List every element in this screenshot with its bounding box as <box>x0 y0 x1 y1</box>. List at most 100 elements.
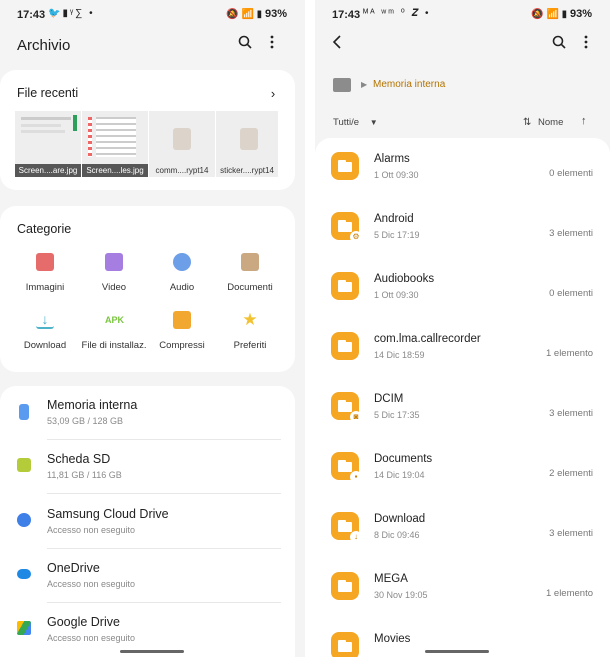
list-item[interactable]: ◙ DCIM 5 Dic 17:35 3 elementi <box>315 378 610 438</box>
folder-icon: ⚙ <box>331 212 362 243</box>
list-item[interactable]: MEGA 30 Nov 19:05 1 elemento <box>315 558 610 618</box>
folder-count: 3 elementi <box>549 228 593 239</box>
category-video[interactable]: Video <box>79 253 149 295</box>
categories-title: Categorie <box>17 222 72 236</box>
category-label: Immagini <box>25 282 65 293</box>
status-bar: 17:43 🐦▮ᵞ∑ • 🔕 📶 ▮ 93% <box>0 0 305 30</box>
more-vertical-icon[interactable] <box>262 35 282 55</box>
status-time: 17:43 <box>17 9 46 21</box>
gesture-bar[interactable] <box>425 650 489 653</box>
folder-name: Movies <box>374 633 411 645</box>
list-item[interactable]: Alarms 1 Ott 09:30 0 elementi <box>315 138 610 198</box>
folder-name: Download <box>374 513 426 525</box>
cloud-icon <box>17 513 31 527</box>
document-icon <box>241 253 259 271</box>
camera-badge-icon: ◙ <box>350 411 362 423</box>
recent-file-name: sticker....rypt14 <box>220 166 274 175</box>
home-icon[interactable] <box>333 78 351 92</box>
search-icon[interactable] <box>549 35 569 55</box>
more-vertical-icon[interactable] <box>576 35 596 55</box>
folder-count: 1 elemento <box>545 588 593 599</box>
notification-icons: ᴹᴬ ʷᵐ ⁰ 𝒁 • <box>363 8 431 19</box>
star-icon: ★ <box>242 310 258 329</box>
archive-screen: 17:43 🐦▮ᵞ∑ • 🔕 📶 ▮ 93% Archivio File rec… <box>0 0 305 657</box>
category-installers[interactable]: APK File di installaz. <box>79 311 149 353</box>
filter-dropdown[interactable]: Tutti/e ▼ <box>333 117 378 128</box>
download-icon: ↓ <box>36 311 54 329</box>
folder-date: 5 Dic 17:35 <box>374 410 420 420</box>
storage-sd-card[interactable]: Scheda SD 11,81 GB / 116 GB <box>0 440 295 494</box>
storage-status: Accesso non eseguito <box>47 579 136 589</box>
sort-icon: ⇅ <box>523 117 532 128</box>
phone-storage-icon <box>19 404 29 420</box>
category-documents[interactable]: Documenti <box>215 253 285 295</box>
storage-name: Memoria interna <box>47 398 138 412</box>
breadcrumb[interactable]: Memoria interna <box>373 79 445 90</box>
folder-name: DCIM <box>374 393 404 405</box>
chevron-right-icon[interactable]: › <box>263 84 283 104</box>
recent-files-title: File recenti <box>17 86 79 100</box>
storage-samsung-cloud[interactable]: Samsung Cloud Drive Accesso non eseguito <box>0 495 295 549</box>
gesture-bar[interactable] <box>120 650 184 653</box>
recent-file-name: Screen....are.jpg <box>15 164 81 177</box>
category-compressed[interactable]: Compressi <box>147 311 217 353</box>
status-time: 17:43 <box>332 9 361 21</box>
folder-count: 0 elementi <box>549 168 593 179</box>
folder-date: 5 Dic 17:19 <box>374 230 420 240</box>
list-item[interactable]: Audiobooks 1 Ott 09:30 0 elementi <box>315 258 610 318</box>
folder-date: 14 Dic 19:04 <box>374 470 425 480</box>
download-badge-icon: ↓ <box>350 531 362 543</box>
recent-file-thumb[interactable]: Screen....les.jpg <box>82 111 148 177</box>
folder-name: Audiobooks <box>374 273 435 285</box>
system-icons: 🔕 📶 ▮ <box>531 9 568 20</box>
recent-file-thumb[interactable]: Screen....are.jpg <box>15 111 81 177</box>
storage-usage: 53,09 GB / 128 GB <box>47 416 124 426</box>
folder-list: Alarms 1 Ott 09:30 0 elementi ⚙ Android … <box>315 138 610 657</box>
category-audio[interactable]: Audio <box>147 253 217 295</box>
divider <box>47 493 281 494</box>
folder-icon <box>331 632 359 657</box>
folder-name: com.lma.callrecorder <box>374 333 481 345</box>
system-icons: 🔕 📶 ▮ <box>226 9 263 20</box>
recent-file-name: comm....rypt14 <box>155 166 209 175</box>
folder-date: 14 Dic 18:59 <box>374 350 425 360</box>
status-right: 🔕 📶 ▮ 93% <box>531 8 592 20</box>
folder-icon <box>331 332 359 360</box>
document-badge-icon: ▪ <box>350 471 362 483</box>
list-item[interactable]: ▪ Documents 14 Dic 19:04 2 elementi <box>315 438 610 498</box>
sort-direction-icon[interactable]: ↑ <box>581 115 587 127</box>
list-item[interactable]: ⚙ Android 5 Dic 17:19 3 elementi <box>315 198 610 258</box>
list-item[interactable]: ↓ Download 8 Dic 09:46 3 elementi <box>315 498 610 558</box>
storage-status: Accesso non eseguito <box>47 525 136 535</box>
zip-folder-icon <box>173 311 191 329</box>
back-arrow-icon[interactable] <box>327 35 347 55</box>
category-label: File di installaz. <box>81 340 147 351</box>
recent-file-name: Screen....les.jpg <box>82 164 148 177</box>
status-bar: 17:43 ᴹᴬ ʷᵐ ⁰ 𝒁 • 🔕 📶 ▮ 93% <box>315 0 610 30</box>
onedrive-icon <box>17 569 31 579</box>
settings-badge-icon: ⚙ <box>350 231 362 243</box>
storage-name: Google Drive <box>47 615 120 629</box>
category-label: Compressi <box>159 340 205 351</box>
sort-by-button[interactable]: ⇅ Nome <box>523 117 563 128</box>
list-item[interactable]: com.lma.callrecorder 14 Dic 18:59 1 elem… <box>315 318 610 378</box>
folder-icon <box>331 152 359 180</box>
google-drive-icon <box>17 621 31 635</box>
folder-icon <box>331 272 359 300</box>
category-images[interactable]: Immagini <box>10 253 80 295</box>
storage-name: Scheda SD <box>47 452 111 466</box>
folder-name: Android <box>374 213 414 225</box>
category-download[interactable]: ↓ Download <box>10 311 80 353</box>
recent-file-thumb[interactable]: sticker....rypt14 <box>216 111 278 177</box>
folder-icon: ◙ <box>331 392 362 423</box>
storage-internal[interactable]: Memoria interna 53,09 GB / 128 GB <box>0 386 295 440</box>
category-favorites[interactable]: ★ Preferiti <box>215 311 285 353</box>
folder-count: 1 elemento <box>545 348 593 359</box>
search-icon[interactable] <box>235 35 255 55</box>
folder-icon <box>331 572 359 600</box>
storage-google-drive[interactable]: Google Drive Accesso non eseguito <box>0 603 295 657</box>
storage-onedrive[interactable]: OneDrive Accesso non eseguito <box>0 549 295 603</box>
folder-count: 3 elementi <box>549 408 593 419</box>
internal-storage-screen: 17:43 ᴹᴬ ʷᵐ ⁰ 𝒁 • 🔕 📶 ▮ 93% ▶ Memoria in… <box>315 0 610 657</box>
recent-file-thumb[interactable]: comm....rypt14 <box>149 111 215 177</box>
